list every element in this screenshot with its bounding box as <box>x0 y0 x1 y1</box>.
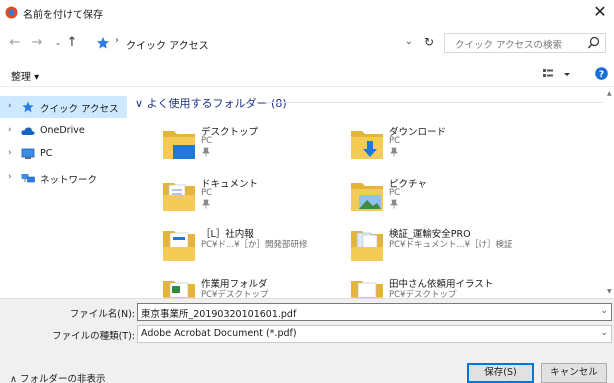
sidebar-item-label: クイック アクセス <box>40 104 119 115</box>
sidebar-item-onedrive[interactable]: › OneDrive <box>0 120 127 142</box>
downloads-folder-icon <box>351 131 383 159</box>
sidebar-item-label: OneDrive <box>40 125 85 136</box>
save-button[interactable]: 保存(S) <box>467 363 534 383</box>
folder-tile-illustrations[interactable]: 田中さん依頼用イラスト PC¥デスクトップ <box>349 275 549 298</box>
pin-icon <box>390 147 398 157</box>
forward-arrow-icon[interactable]: → <box>29 34 45 52</box>
pin-icon <box>390 199 398 209</box>
document-folder-icon <box>163 231 195 261</box>
pictures-folder-icon <box>351 183 383 211</box>
folder-location: PC¥ド...¥［か］開発部研修 <box>201 240 308 250</box>
view-options-icon[interactable] <box>542 67 572 81</box>
folder-location: PC <box>389 188 401 198</box>
filetype-label: ファイルの種類(T): <box>52 331 135 342</box>
breadcrumb-separator: › <box>115 35 119 46</box>
sidebar-item-quick-access[interactable]: › クイック アクセス <box>0 96 127 118</box>
star-icon <box>22 101 34 113</box>
title-bar: 名前を付けて保存 ✕ <box>0 0 614 26</box>
spreadsheet-folder-icon <box>163 281 195 298</box>
folder-tile-pictures[interactable]: ピクチャ PC <box>349 175 549 221</box>
window-title: 名前を付けて保存 <box>23 10 103 21</box>
address-bar[interactable]: › クイック アクセス ⌄ ↻ <box>90 33 440 53</box>
close-icon[interactable]: ✕ <box>586 0 614 26</box>
folder-tile-documents[interactable]: ドキュメント PC <box>161 175 361 221</box>
back-arrow-icon[interactable]: ← <box>7 34 23 52</box>
filename-value: 東京事業所_20190320101601.pdf <box>141 309 297 320</box>
folder-tile-downloads[interactable]: ダウンロード PC <box>349 123 549 169</box>
network-icon <box>21 174 35 183</box>
folder-location: PC¥ドキュメント...¥［け］検証 <box>389 240 513 250</box>
documents-folder-icon <box>163 183 195 211</box>
pc-icon <box>21 148 35 159</box>
expand-chevron-icon[interactable]: › <box>8 148 12 158</box>
folder-tile-verification[interactable]: 検証_運輸安全PRO PC¥ドキュメント...¥［け］検証 <box>349 225 549 271</box>
command-toolbar: 整理 ▾ ? <box>0 61 614 87</box>
filetype-value: Adobe Acrobat Document (*.pdf) <box>141 328 297 339</box>
folder-location: PC <box>389 136 401 146</box>
help-icon[interactable]: ? <box>595 67 608 80</box>
hide-folders-button[interactable]: ∧ フォルダーの非表示 <box>10 371 105 383</box>
expand-chevron-icon[interactable]: › <box>8 101 12 111</box>
search-placeholder: クイック アクセスの検索 <box>455 40 563 51</box>
filename-input[interactable]: 東京事業所_20190320101601.pdf ⌄ <box>137 303 612 321</box>
breadcrumb-current[interactable]: クイック アクセス <box>126 37 209 52</box>
chevron-down-icon[interactable]: ⌄ <box>600 306 608 316</box>
group-header-frequent-folders[interactable]: ∨ よく使用するフォルダー (8) <box>135 95 287 111</box>
document-folder-icon <box>351 231 383 261</box>
filename-label: ファイル名(N): <box>69 309 135 320</box>
svg-text:?: ? <box>599 70 604 80</box>
search-icon <box>587 36 600 49</box>
refresh-icon[interactable]: ↻ <box>424 35 434 49</box>
expand-chevron-icon[interactable]: › <box>8 172 12 182</box>
group-divider <box>265 102 603 103</box>
folder-tile-work[interactable]: 作業用フォルダ PC¥デスクトップ <box>161 275 361 298</box>
document-folder-icon <box>351 281 383 298</box>
star-icon <box>97 37 109 49</box>
scroll-up-icon[interactable]: ▲ <box>607 90 612 97</box>
vertical-scrollbar[interactable]: ▲ ▼ <box>607 90 614 298</box>
sidebar-item-network[interactable]: › ネットワーク <box>0 167 127 189</box>
folder-location: PC¥デスクトップ <box>389 290 457 298</box>
desktop-folder-icon <box>163 131 195 159</box>
sidebar-item-label: PC <box>40 148 53 159</box>
folder-location: PC <box>201 188 213 198</box>
cloud-icon <box>21 127 35 135</box>
cancel-button[interactable]: キャンセル <box>541 363 607 383</box>
file-list-pane: ∨ よく使用するフォルダー (8) デスクトップ PC ダウンロード PC ドキ… <box>131 90 607 298</box>
up-arrow-icon[interactable]: ↑ <box>64 34 80 52</box>
folder-tile-desktop[interactable]: デスクトップ PC <box>161 123 361 169</box>
folder-tile-newsletter[interactable]: ［L］社内報 PC¥ド...¥［か］開発部研修 <box>161 225 361 271</box>
folder-location: PC¥デスクトップ <box>201 290 269 298</box>
scroll-down-icon[interactable]: ▼ <box>607 288 612 295</box>
pin-icon <box>202 199 210 209</box>
navigation-pane: › クイック アクセス › OneDrive › PC › ネットワーク <box>0 90 130 298</box>
app-icon <box>5 6 18 19</box>
sidebar-item-pc[interactable]: › PC <box>0 143 127 165</box>
filetype-select[interactable]: Adobe Acrobat Document (*.pdf) ⌄ <box>137 325 612 343</box>
organize-menu-button[interactable]: 整理 ▾ <box>11 68 39 83</box>
search-input[interactable]: クイック アクセスの検索 <box>444 33 606 53</box>
chevron-down-icon[interactable]: ⌄ <box>600 328 608 338</box>
folder-location: PC <box>201 136 213 146</box>
navigation-bar: ← → ⌄ ↑ › クイック アクセス ⌄ ↻ クイック アクセスの検索 <box>0 30 614 56</box>
save-options-panel: ファイル名(N): 東京事業所_20190320101601.pdf ⌄ ファイ… <box>0 298 614 383</box>
expand-chevron-icon[interactable]: › <box>8 125 12 135</box>
pin-icon <box>202 147 210 157</box>
sidebar-item-label: ネットワーク <box>40 175 98 186</box>
address-dropdown-icon[interactable]: ⌄ <box>405 36 413 47</box>
